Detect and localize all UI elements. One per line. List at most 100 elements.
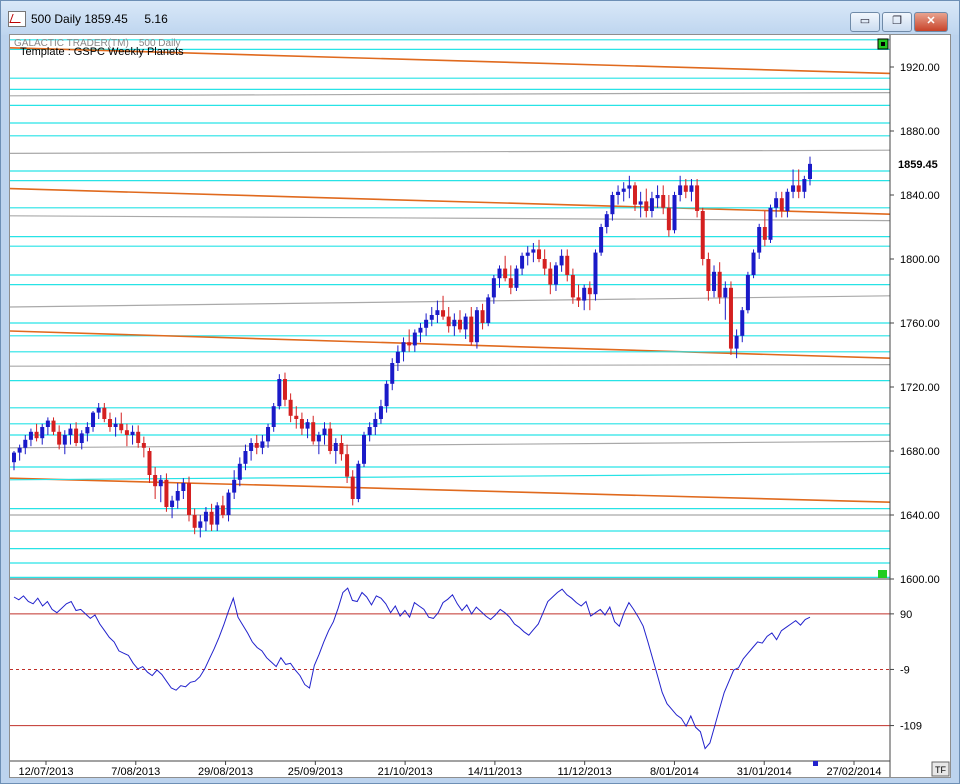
- candle-body: [441, 310, 446, 317]
- candle: [728, 281, 733, 355]
- candle-body: [243, 451, 248, 464]
- x-tick-label: 31/01/2014: [737, 766, 792, 777]
- candle-body: [23, 439, 28, 448]
- candle-body: [305, 422, 310, 429]
- close-button[interactable]: ✕: [914, 12, 948, 32]
- candle-body: [102, 407, 107, 419]
- last-price-label: 1859.45: [898, 159, 938, 171]
- candle-body: [390, 363, 395, 384]
- candle-body: [418, 327, 423, 333]
- candle-body: [198, 521, 203, 528]
- candle-body: [62, 435, 67, 445]
- restore-button[interactable]: ❐: [882, 12, 912, 32]
- candle-body: [469, 316, 474, 343]
- candle-body: [503, 268, 508, 279]
- candle-body: [723, 287, 728, 298]
- candle-body: [119, 423, 124, 431]
- y-tick-label: 1600.00: [900, 574, 940, 586]
- chart-app-icon[interactable]: [8, 11, 26, 27]
- candle-body: [130, 431, 135, 435]
- scroll-marker[interactable]: [813, 761, 818, 766]
- candle-body: [412, 332, 417, 346]
- candle-body: [435, 310, 440, 315]
- candle-body: [666, 207, 671, 231]
- candle: [277, 374, 282, 410]
- candle-body: [616, 191, 621, 195]
- candle-body: [407, 342, 412, 346]
- candle-body: [525, 252, 530, 256]
- candle-body: [791, 185, 796, 192]
- candle: [514, 265, 519, 291]
- candle-body: [34, 431, 39, 439]
- candle-body: [107, 419, 112, 427]
- candle-body: [220, 505, 225, 515]
- candle-body: [91, 412, 96, 427]
- candle-body: [57, 431, 62, 445]
- candle-body: [378, 406, 383, 419]
- candle-body: [610, 195, 615, 215]
- candle-body: [294, 415, 299, 419]
- candle-body: [599, 227, 604, 253]
- candle-body: [192, 515, 197, 528]
- minimize-button[interactable]: ▭: [850, 12, 880, 32]
- y-tick-label: 1800.00: [900, 254, 940, 266]
- y-tick-label: 1880.00: [900, 126, 940, 138]
- candle-body: [632, 185, 637, 205]
- x-tick-label: 7/08/2013: [111, 766, 160, 777]
- candle-body: [322, 428, 327, 435]
- candle-body: [689, 185, 694, 192]
- candle-body: [373, 419, 378, 427]
- candle-body: [124, 430, 129, 435]
- candle-body: [542, 259, 547, 269]
- candle-body: [661, 195, 666, 208]
- candle-body: [232, 479, 237, 493]
- candle-body: [175, 491, 180, 501]
- candle-body: [576, 297, 581, 301]
- candle-body: [79, 433, 84, 443]
- candle-body: [570, 275, 575, 298]
- candle: [700, 207, 705, 266]
- candle-body: [40, 427, 45, 439]
- candle: [486, 294, 491, 327]
- candle-body: [45, 420, 50, 427]
- candle-body: [17, 447, 22, 453]
- candle-body: [96, 407, 101, 413]
- x-tick-label: 11/12/2013: [558, 766, 612, 777]
- candle-body: [717, 271, 722, 298]
- candle-body: [350, 476, 355, 499]
- candle-body: [644, 201, 649, 211]
- candle-body: [452, 319, 457, 327]
- candle: [768, 204, 773, 243]
- candle: [745, 271, 750, 314]
- candle-body: [51, 420, 56, 432]
- candle-body: [734, 335, 739, 349]
- candle-body: [254, 443, 259, 448]
- y-tick-label: 1920.00: [900, 62, 940, 74]
- candle-body: [226, 492, 231, 515]
- candle-body: [672, 195, 677, 231]
- candle-body: [802, 179, 807, 192]
- candle-body: [333, 443, 338, 451]
- candle-body: [745, 275, 750, 311]
- candle-body: [779, 198, 784, 211]
- candle-body: [706, 259, 711, 291]
- candle-body: [209, 511, 214, 525]
- candle-body: [282, 379, 287, 400]
- title-bar[interactable]: 500 Daily 1859.45 5.16 ▭ ❐ ✕: [1, 1, 959, 35]
- candle-body: [531, 249, 536, 253]
- candle-body: [113, 423, 118, 427]
- chart-svg[interactable]: 1600.00 1640.00 1680.00 1720.00 1760.00 1800.…: [10, 35, 950, 777]
- candle-body: [712, 271, 717, 291]
- tf-badge[interactable]: TF: [931, 761, 950, 777]
- x-tick-label: 21/10/2013: [378, 766, 433, 777]
- candle-body: [424, 319, 429, 328]
- candle-body: [655, 195, 660, 199]
- candle-body: [74, 428, 79, 443]
- candle-body: [486, 297, 491, 323]
- candle: [751, 249, 756, 279]
- candle: [356, 460, 361, 503]
- candle-body: [271, 406, 276, 427]
- chart-area[interactable]: 1600.00 1640.00 1680.00 1720.00 1760.00 1800.…: [9, 34, 951, 778]
- candle-body: [299, 419, 304, 429]
- bottom-marker[interactable]: [878, 570, 887, 578]
